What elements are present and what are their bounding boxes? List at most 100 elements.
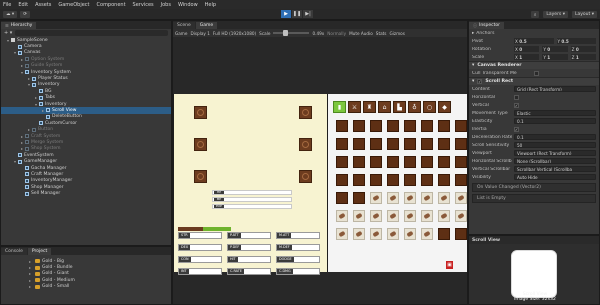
inventory-item-slot[interactable]	[336, 228, 348, 240]
add-icon[interactable]: + ▾	[4, 30, 12, 36]
inventory-item-slot[interactable]	[370, 228, 382, 240]
inventory-item-slot[interactable]	[387, 210, 399, 222]
field-value[interactable]: 0.1	[514, 118, 596, 124]
inventory-item-slot[interactable]	[455, 192, 467, 204]
menu-item-help[interactable]: Help	[205, 2, 216, 8]
play-focused-dropdown[interactable]: Normally	[327, 31, 346, 36]
category-material-tab[interactable]: ◆	[438, 101, 451, 113]
category-ring-tab[interactable]: ○	[423, 101, 436, 113]
inventory-empty-slot[interactable]	[438, 138, 450, 150]
inventory-empty-slot[interactable]	[353, 138, 365, 150]
layers-dropdown[interactable]: Layers ▾	[543, 11, 568, 18]
field-checkbox[interactable]: ✓	[514, 126, 519, 132]
field-value[interactable]: 0.1	[514, 134, 596, 140]
cull-checkbox[interactable]	[534, 70, 539, 76]
category-armor-tab[interactable]: ♜	[363, 101, 376, 113]
field-value[interactable]: None (Scrollbar)	[514, 158, 596, 164]
inventory-empty-slot[interactable]	[353, 120, 365, 132]
scale-x-field[interactable]: X 1	[514, 54, 540, 60]
mute-audio-toggle[interactable]: Mute Audio	[349, 31, 373, 36]
equip-slot-ring[interactable]	[299, 170, 312, 183]
inventory-empty-slot[interactable]	[438, 228, 450, 240]
category-helmet-tab[interactable]: ⌂	[378, 101, 391, 113]
inventory-empty-slot[interactable]	[336, 192, 348, 204]
equip-slot-boots[interactable]	[194, 170, 207, 183]
inventory-empty-slot[interactable]	[404, 174, 416, 186]
inventory-empty-slot[interactable]	[387, 156, 399, 168]
tab-hierarchy[interactable]: ☰ Hierarchy	[1, 22, 37, 29]
layout-dropdown[interactable]: Layout ▾	[571, 11, 597, 18]
inventory-empty-slot[interactable]	[421, 174, 433, 186]
inventory-empty-slot[interactable]	[404, 156, 416, 168]
menu-item-assets[interactable]: Assets	[35, 2, 51, 8]
rotation-x-field[interactable]: X 0	[514, 46, 540, 52]
inventory-empty-slot[interactable]	[455, 156, 467, 168]
pause-button[interactable]: ❚❚	[292, 10, 302, 18]
game-mode-dropdown[interactable]: Game	[175, 31, 187, 36]
equip-slot-weapon[interactable]	[299, 106, 312, 119]
category-weapon-tab[interactable]: ⚔	[348, 101, 361, 113]
inventory-empty-slot[interactable]	[370, 174, 382, 186]
inventory-empty-slot[interactable]	[455, 174, 467, 186]
inventory-empty-slot[interactable]	[438, 120, 450, 132]
inventory-empty-slot[interactable]	[370, 138, 382, 150]
inventory-item-slot[interactable]	[336, 210, 348, 222]
field-value[interactable]: Elastic	[514, 110, 596, 116]
hierarchy-row[interactable]: Sell Manager	[1, 190, 171, 196]
resolution-dropdown[interactable]: Full HD (1920x1080)	[213, 31, 256, 36]
tab-game[interactable]: Game	[195, 22, 218, 29]
equip-slot-head[interactable]	[194, 106, 207, 119]
category-accessory-tab[interactable]: ♁	[408, 101, 421, 113]
inventory-empty-slot[interactable]	[353, 192, 365, 204]
inventory-item-slot[interactable]	[387, 192, 399, 204]
tab-inspector[interactable]: ⓘ Inspector	[469, 22, 504, 29]
inventory-empty-slot[interactable]	[370, 156, 382, 168]
tab-project[interactable]: Project	[27, 248, 52, 255]
stats-toggle[interactable]: Stats	[376, 31, 387, 36]
field-value[interactable]: Viewport (Rect Transform)	[514, 150, 596, 156]
inventory-empty-slot[interactable]	[387, 120, 399, 132]
tab-scene[interactable]: Scene	[173, 22, 195, 29]
inventory-empty-slot[interactable]	[404, 120, 416, 132]
equip-slot-shield[interactable]	[299, 138, 312, 151]
play-button[interactable]: ▶	[281, 10, 291, 18]
inventory-item-slot[interactable]	[438, 210, 450, 222]
scale-z-field[interactable]: Z 1	[570, 54, 596, 60]
inventory-item-slot[interactable]	[353, 210, 365, 222]
inventory-item-slot[interactable]	[387, 228, 399, 240]
inventory-item-slot[interactable]	[404, 228, 416, 240]
inventory-empty-slot[interactable]	[336, 174, 348, 186]
scale-y-field[interactable]: Y 1	[542, 54, 568, 60]
menu-item-file[interactable]: File	[3, 2, 11, 8]
menu-item-services[interactable]: Services	[133, 2, 154, 8]
inventory-item-slot[interactable]	[438, 192, 450, 204]
inventory-empty-slot[interactable]	[421, 138, 433, 150]
inventory-empty-slot[interactable]	[455, 228, 467, 240]
preview-header[interactable]: Scroll View	[469, 236, 599, 244]
inventory-item-slot[interactable]	[370, 192, 382, 204]
inventory-item-slot[interactable]	[353, 228, 365, 240]
inventory-item-slot[interactable]	[404, 210, 416, 222]
inventory-item-slot[interactable]	[404, 192, 416, 204]
field-value[interactable]: Grid (Rect Transform)	[514, 86, 596, 92]
inventory-empty-slot[interactable]	[336, 120, 348, 132]
tab-console[interactable]: Console	[1, 248, 27, 255]
field-value[interactable]: 50	[514, 142, 596, 148]
step-button[interactable]: ▶|	[303, 10, 313, 18]
scroll-rect-enabled-checkbox[interactable]: ✓	[477, 79, 483, 84]
inventory-empty-slot[interactable]	[404, 138, 416, 150]
field-checkbox[interactable]: ✓	[514, 102, 519, 108]
inventory-empty-slot[interactable]	[353, 174, 365, 186]
inventory-empty-slot[interactable]	[336, 156, 348, 168]
project-asset-row[interactable]: ▸ Gold - Small	[1, 284, 171, 290]
menu-item-component[interactable]: Component	[97, 2, 126, 8]
inventory-empty-slot[interactable]	[421, 120, 433, 132]
inventory-empty-slot[interactable]	[336, 138, 348, 150]
scroll-rect-header[interactable]: ▾ ✓ Scroll Rect	[469, 77, 599, 85]
inventory-item-slot[interactable]	[455, 210, 467, 222]
equip-slot-body[interactable]	[194, 138, 207, 151]
scale-slider[interactable]	[273, 30, 310, 36]
inventory-empty-slot[interactable]	[455, 120, 467, 132]
anchors-row[interactable]: ▸ Anchors	[469, 29, 599, 37]
hierarchy-search-input[interactable]	[15, 30, 168, 36]
